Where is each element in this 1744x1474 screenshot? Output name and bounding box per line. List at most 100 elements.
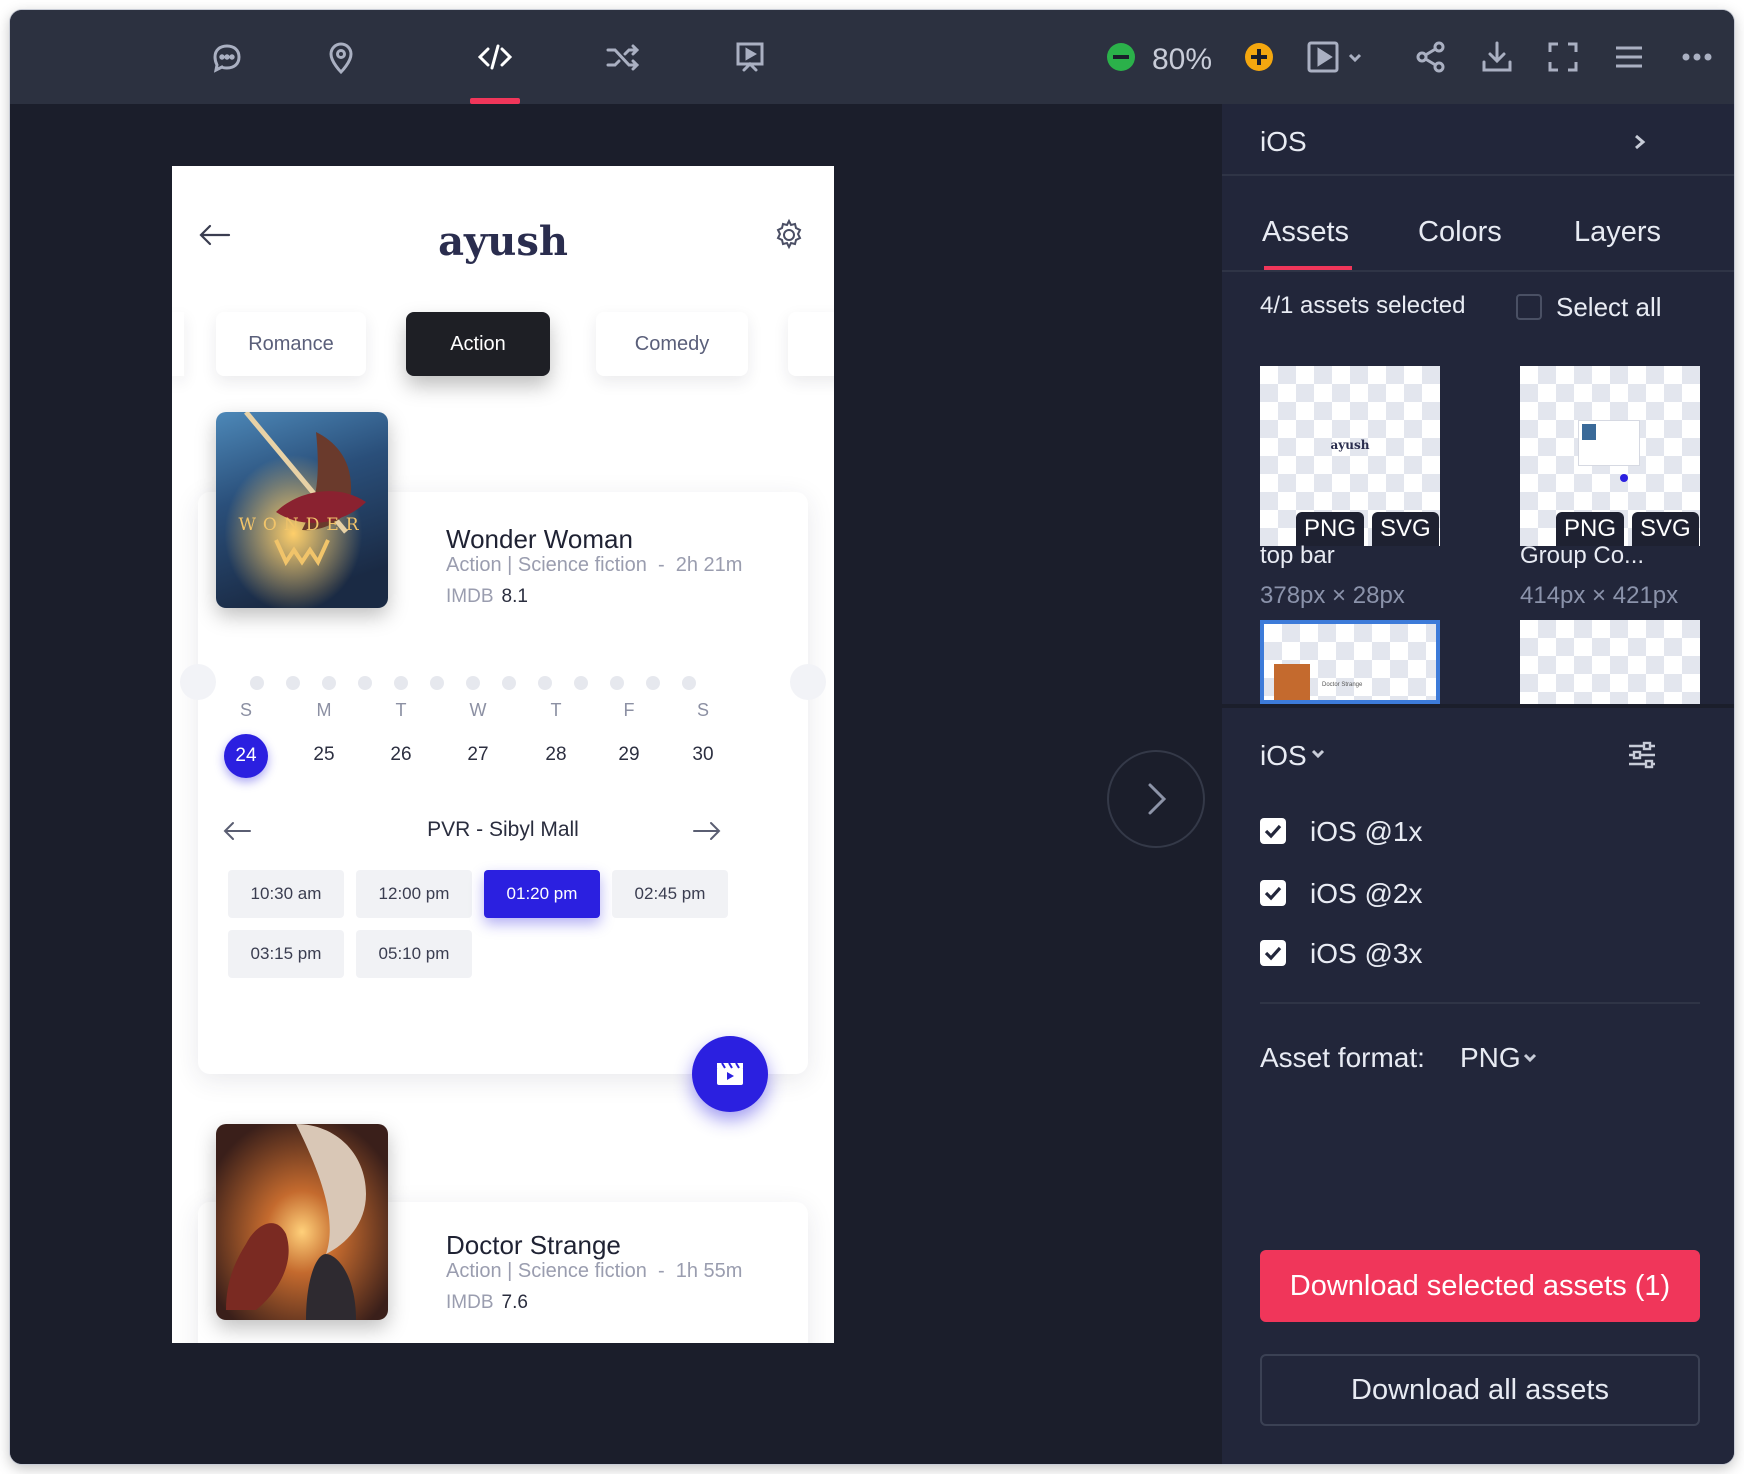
perforation-dot [502, 676, 516, 690]
showtime-slot[interactable]: 12:00 pm [356, 870, 472, 918]
day-label: T [395, 700, 407, 720]
asset-dimensions: 378px × 28px [1260, 582, 1405, 609]
category-chip-romance[interactable]: Romance [216, 312, 366, 376]
perforation-dot [538, 676, 552, 690]
svg-badge[interactable]: SVG [1632, 512, 1699, 546]
perforation-dot [646, 676, 660, 690]
settings-sliders-icon[interactable] [1626, 740, 1658, 770]
tab-layers[interactable]: Layers [1574, 216, 1661, 249]
download-icon[interactable] [1474, 34, 1520, 80]
day-label: W [469, 700, 487, 720]
platform-title: iOS [1260, 126, 1307, 157]
download-all-button[interactable]: Download all assets [1260, 1354, 1700, 1426]
asset-thumb-selected[interactable]: Doctor Strange [1260, 620, 1440, 704]
perforation-dot [430, 676, 444, 690]
comment-icon[interactable] [204, 34, 250, 80]
divider [1222, 174, 1734, 176]
movie-title: Wonder Woman [446, 524, 633, 554]
movie-title: Doctor Strange [446, 1230, 621, 1260]
category-chip-partial [172, 312, 184, 376]
next-screen-button[interactable] [1107, 750, 1205, 848]
scale-3x-label[interactable]: iOS @3x [1310, 938, 1422, 970]
asset-thumb-top-bar[interactable]: ayush PNG SVG [1260, 366, 1440, 546]
zoom-in-icon[interactable] [1236, 34, 1282, 80]
presentation-icon[interactable] [727, 34, 773, 80]
fullscreen-icon[interactable] [1540, 34, 1586, 80]
divider [1222, 270, 1734, 272]
select-all-checkbox[interactable] [1516, 294, 1542, 320]
inspect-panel: iOS Assets Colors Layers 4/1 assets sele… [1222, 104, 1734, 1464]
showtime-slot[interactable]: 03:15 pm [228, 930, 344, 978]
date-selected[interactable]: 24 [224, 734, 268, 778]
showtime-slot-selected[interactable]: 01:20 pm [484, 870, 600, 918]
chevron-right-icon [1148, 783, 1167, 815]
design-canvas[interactable]: ayush Romance Action Comedy Wonder Woman… [10, 104, 1222, 1464]
zoom-level[interactable]: 80% [1152, 43, 1212, 77]
date-item[interactable]: 27 [456, 744, 500, 766]
day-label: F [623, 700, 635, 720]
zoom-out-icon[interactable] [1098, 34, 1144, 80]
showtime-slot[interactable]: 05:10 pm [356, 930, 472, 978]
artboard-movie-app[interactable]: ayush Romance Action Comedy Wonder Woman… [172, 166, 834, 1343]
more-icon[interactable] [1674, 34, 1720, 80]
date-item[interactable]: 30 [681, 744, 725, 766]
share-icon[interactable] [1408, 34, 1454, 80]
next-theater-arrow-icon[interactable] [692, 820, 722, 842]
movie-genre: Action | Science fiction - 2h 21m [446, 554, 743, 576]
category-chip-action[interactable]: Action [406, 312, 550, 376]
poster-doctor-strange [216, 1124, 388, 1320]
date-item[interactable]: 25 [302, 744, 346, 766]
scale-2x-label[interactable]: iOS @2x [1310, 878, 1422, 910]
asset-format-select[interactable]: PNG [1460, 1042, 1521, 1074]
showtime-slot[interactable]: 02:45 pm [612, 870, 728, 918]
selection-count: 4/1 assets selected [1260, 292, 1466, 319]
date-item[interactable]: 28 [534, 744, 578, 766]
perforation-dot [250, 676, 264, 690]
poster-wonder-woman: WONDER [216, 412, 388, 608]
platform-chevron-down-icon[interactable] [1310, 746, 1326, 762]
png-badge[interactable]: PNG [1296, 512, 1365, 546]
perforation-dot [394, 676, 408, 690]
asset-format-label: Asset format: [1260, 1042, 1425, 1073]
chevron-down-icon[interactable] [1340, 34, 1370, 80]
category-chip-partial-right[interactable] [788, 312, 834, 376]
divider [1222, 704, 1734, 708]
format-chevron-down-icon[interactable] [1522, 1050, 1538, 1066]
showtime-slot[interactable]: 10:30 am [228, 870, 344, 918]
scale-3x-checkbox[interactable] [1260, 940, 1286, 966]
scale-1x-checkbox[interactable] [1260, 818, 1286, 844]
location-pin-icon[interactable] [318, 34, 364, 80]
asset-thumb-group[interactable]: PNG SVG [1520, 366, 1700, 546]
day-label: T [550, 700, 562, 720]
scale-1x-label[interactable]: iOS @1x [1310, 816, 1422, 848]
asset-name: top bar [1260, 542, 1335, 569]
shuffle-icon[interactable] [600, 34, 646, 80]
asset-thumb[interactable] [1520, 620, 1700, 704]
settings-gear-icon[interactable] [772, 218, 806, 252]
day-label: S [239, 700, 252, 720]
perforation-dot [682, 676, 696, 690]
category-chip-comedy[interactable]: Comedy [596, 312, 748, 376]
book-ticket-fab[interactable] [692, 1036, 768, 1112]
select-all-label[interactable]: Select all [1556, 292, 1662, 323]
tab-assets[interactable]: Assets [1262, 216, 1349, 249]
svg-badge[interactable]: SVG [1372, 512, 1439, 546]
png-badge[interactable]: PNG [1556, 512, 1625, 546]
download-selected-button[interactable]: Download selected assets (1) [1260, 1250, 1700, 1322]
ticket-notch-left [180, 664, 216, 700]
top-toolbar: 80% [10, 10, 1734, 104]
movie-genre: Action | Science fiction - 1h 55m [446, 1260, 743, 1282]
checkmark-icon [1264, 946, 1282, 961]
date-item[interactable]: 26 [379, 744, 423, 766]
tab-colors[interactable]: Colors [1418, 216, 1502, 249]
menu-icon[interactable] [1606, 34, 1652, 80]
panel-collapse-chevron-icon[interactable] [1632, 132, 1648, 152]
code-icon[interactable] [472, 34, 518, 80]
perforation-dot [286, 676, 300, 690]
export-platform[interactable]: iOS [1260, 740, 1307, 772]
scale-2x-checkbox[interactable] [1260, 880, 1286, 906]
perforation-dot [358, 676, 372, 690]
perforation-dot [610, 676, 624, 690]
date-item[interactable]: 29 [607, 744, 651, 766]
poster-title-text: WONDER [238, 515, 365, 535]
